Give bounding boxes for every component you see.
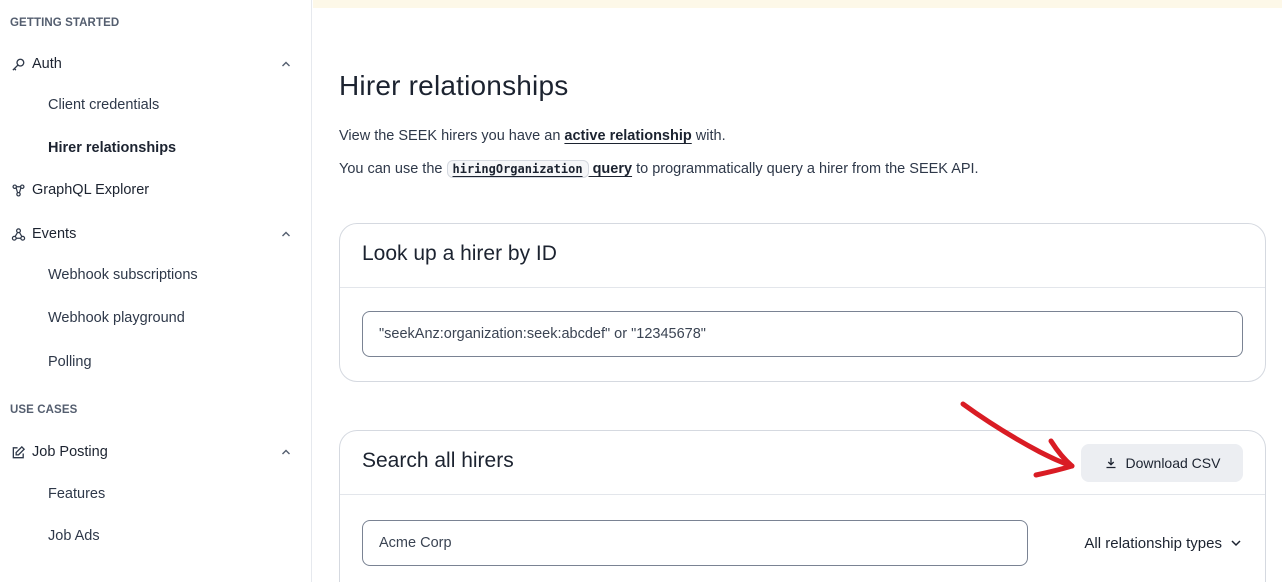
sidebar-item-features[interactable]: Features bbox=[48, 486, 105, 502]
key-icon bbox=[10, 56, 26, 72]
edit-icon bbox=[10, 444, 26, 460]
sidebar-item-auth[interactable]: Auth bbox=[10, 50, 295, 78]
query-text: You can use the bbox=[339, 161, 447, 177]
main-content: Hirer relationships View the SEEK hirers… bbox=[313, 8, 1282, 582]
search-card-title: Search all hirers bbox=[362, 449, 514, 472]
chevron-up-icon[interactable] bbox=[279, 57, 293, 71]
relationship-type-select[interactable]: All relationship types bbox=[1084, 520, 1243, 566]
sidebar-item-hirer-relationships[interactable]: Hirer relationships bbox=[48, 140, 176, 156]
sidebar-item-webhook-playground[interactable]: Webhook playground bbox=[48, 310, 185, 326]
webhook-icon bbox=[10, 226, 26, 242]
query-paragraph: You can use the hiringOrganization query… bbox=[339, 160, 979, 178]
intro-text-suffix: with. bbox=[691, 128, 726, 144]
search-card: Search all hirers Download CSV Acme Corp… bbox=[339, 430, 1266, 582]
hiring-organization-code[interactable]: hiringOrganization bbox=[446, 160, 589, 178]
top-banner bbox=[313, 0, 1282, 8]
sidebar-item-events[interactable]: Events bbox=[10, 220, 295, 248]
chevron-down-icon bbox=[1229, 536, 1243, 550]
page-title: Hirer relationships bbox=[339, 70, 569, 101]
chevron-up-icon[interactable] bbox=[279, 445, 293, 459]
graphql-icon bbox=[10, 182, 26, 198]
sidebar-item-job-ads[interactable]: Job Ads bbox=[48, 528, 100, 544]
intro-text: View the SEEK hirers you have an bbox=[339, 128, 565, 144]
intro-paragraph: View the SEEK hirers you have an active … bbox=[339, 128, 726, 144]
active-relationship-link[interactable]: active relationship bbox=[564, 128, 691, 144]
download-csv-button[interactable]: Download CSV bbox=[1081, 444, 1243, 482]
sidebar-item-job-posting[interactable]: Job Posting bbox=[10, 438, 295, 466]
sidebar-item-label: Job Posting bbox=[32, 444, 108, 460]
hirer-search-input-value: Acme Corp bbox=[379, 535, 452, 551]
download-icon bbox=[1104, 456, 1118, 470]
sidebar-item-graphql-explorer[interactable]: GraphQL Explorer bbox=[10, 176, 295, 204]
query-text-suffix: to programmatically query a hirer from t… bbox=[632, 161, 979, 177]
download-csv-label: Download CSV bbox=[1125, 455, 1221, 471]
relationship-type-select-value: All relationship types bbox=[1084, 534, 1222, 552]
hirer-id-input-value: "seekAnz:organization:seek:abcdef" or "1… bbox=[379, 326, 706, 342]
sidebar-item-label: Events bbox=[32, 226, 77, 242]
query-link[interactable]: query bbox=[589, 161, 633, 177]
section-heading-use-cases: USE CASES bbox=[10, 404, 78, 416]
sidebar-item-client-credentials[interactable]: Client credentials bbox=[48, 97, 159, 113]
sidebar-item-label: Auth bbox=[32, 56, 62, 72]
hirer-search-input[interactable]: Acme Corp bbox=[362, 520, 1028, 566]
section-heading-getting-started: GETTING STARTED bbox=[10, 17, 120, 29]
chevron-up-icon[interactable] bbox=[279, 227, 293, 241]
lookup-card-title: Look up a hirer by ID bbox=[362, 242, 557, 265]
sidebar: GETTING STARTED Auth Client credentials … bbox=[0, 0, 312, 582]
sidebar-item-webhook-subscriptions[interactable]: Webhook subscriptions bbox=[48, 267, 198, 283]
sidebar-item-label: GraphQL Explorer bbox=[32, 182, 150, 198]
search-card-header: Search all hirers Download CSV bbox=[340, 431, 1265, 495]
hirer-id-input[interactable]: "seekAnz:organization:seek:abcdef" or "1… bbox=[362, 311, 1243, 357]
sidebar-item-polling[interactable]: Polling bbox=[48, 354, 92, 370]
lookup-card: Look up a hirer by ID "seekAnz:organizat… bbox=[339, 223, 1266, 382]
lookup-card-header: Look up a hirer by ID bbox=[340, 224, 1265, 288]
